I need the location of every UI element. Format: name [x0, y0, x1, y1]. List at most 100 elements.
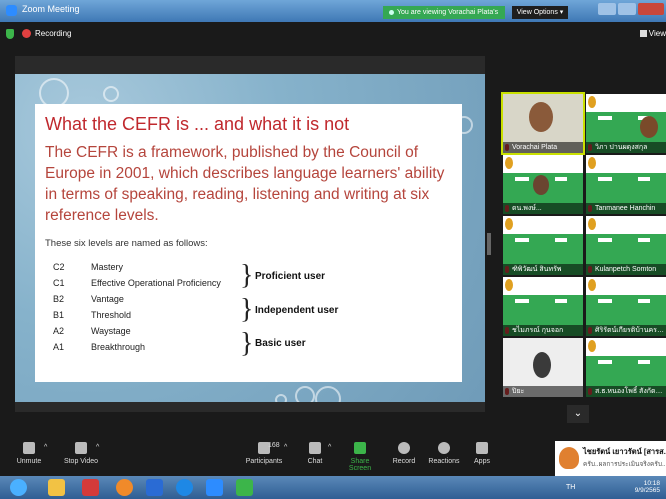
level-code: A1	[53, 342, 65, 352]
participant-video-panel: Vorachai Plata วิภา ปานผดุงสกุล ดน.พงษ์.…	[501, 92, 666, 398]
chat-options-caret[interactable]: ^	[328, 444, 331, 451]
meeting-topbar: Recording View	[0, 22, 666, 46]
apps-icon	[476, 442, 488, 454]
security-shield-icon[interactable]	[6, 29, 14, 39]
reactions-button[interactable]: Reactions	[428, 436, 460, 465]
participant-name: Kulanpetch Somton	[586, 264, 666, 275]
chevron-down-icon[interactable]: ⌄	[567, 405, 589, 423]
media-player-icon[interactable]	[82, 479, 99, 496]
participant-name: Vorachai Plata	[503, 142, 583, 153]
banner-block	[638, 177, 650, 181]
apps-button[interactable]: Apps	[470, 436, 494, 465]
video-camera-icon	[75, 442, 87, 454]
audio-options-caret[interactable]: ^	[44, 444, 47, 451]
share-screen-button[interactable]: Share Screen	[342, 436, 378, 472]
level-name: Vantage	[91, 294, 124, 304]
internet-explorer-icon[interactable]	[176, 479, 193, 496]
banner-block	[638, 299, 650, 303]
chat-button[interactable]: Chat	[302, 436, 328, 465]
reactions-smiley-icon	[438, 442, 450, 454]
chat-label: Chat	[307, 458, 323, 465]
word-icon[interactable]	[146, 479, 163, 496]
window-controls	[598, 3, 664, 15]
maximize-button[interactable]	[618, 3, 636, 15]
participant-name: ฑิพิวัฒน์ สินทรัพ	[503, 264, 583, 275]
group-proficient: Proficient user	[255, 271, 326, 282]
participant-name: ปิยะ	[503, 386, 583, 397]
chrome-icon[interactable]	[116, 479, 133, 496]
video-tile[interactable]: ชไมภรณ์ กุนจอก	[503, 277, 583, 336]
view-button[interactable]: View	[639, 29, 666, 38]
clock-time: 10:18	[643, 480, 660, 487]
close-button[interactable]	[638, 3, 664, 15]
view-options-button[interactable]: View Options ▾	[512, 6, 568, 19]
video-tile[interactable]: ศิริรัตน์เกียรติบ้านครอ...	[586, 277, 666, 336]
file-explorer-icon[interactable]	[48, 479, 65, 496]
video-tile[interactable]: ฑิพิวัฒน์ สินทรัพ	[503, 216, 583, 275]
share-screen-label: Share Screen	[348, 458, 372, 472]
presentation-slide: What the CEFR is ... and what it is not …	[35, 104, 462, 382]
participant-name: ศิริรัตน์เกียรติบ้านครอ...	[586, 325, 666, 336]
shared-screen[interactable]: What the CEFR is ... and what it is not …	[15, 56, 485, 412]
video-tile[interactable]: ส.ธ.หนองโพธิ์ สังกัดกัน...	[586, 338, 666, 397]
stop-video-button[interactable]: Stop Video	[62, 436, 100, 465]
start-button-icon[interactable]	[10, 479, 27, 496]
video-tile[interactable]: Kulanpetch Somton	[586, 216, 666, 275]
slide-title: What the CEFR is ... and what it is not	[45, 114, 350, 134]
level-code: A2	[53, 326, 65, 336]
banner-block	[598, 360, 612, 364]
group-basic: Basic user	[255, 338, 306, 349]
slide-intro: These six levels are named as follows:	[45, 238, 208, 249]
level-code: B2	[53, 294, 65, 304]
participant-name: ชไมภรณ์ กุนจอก	[503, 325, 583, 336]
shared-banner	[586, 277, 666, 295]
shared-banner	[586, 338, 666, 356]
video-options-caret[interactable]: ^	[96, 444, 99, 451]
window-titlebar: Zoom Meeting You are viewing Vorachai Pl…	[0, 0, 666, 29]
line-app-icon[interactable]	[236, 479, 253, 496]
zoom-logo-icon	[6, 5, 17, 16]
minimize-button[interactable]	[598, 3, 616, 15]
water-drop-decoration	[103, 86, 119, 102]
banner-block	[638, 360, 650, 364]
participant-video	[640, 116, 658, 138]
clock-date: 9/9/2565	[634, 487, 660, 494]
system-clock[interactable]: 10:18 9/9/2565	[635, 480, 660, 494]
banner-block	[555, 238, 567, 242]
share-status-icon	[389, 9, 394, 15]
level-name: Waystage	[91, 326, 131, 336]
participants-count: 168	[268, 442, 280, 449]
shared-banner	[503, 155, 583, 173]
shared-banner	[586, 155, 666, 173]
recording-icon[interactable]	[22, 29, 31, 38]
participant-video	[533, 352, 551, 378]
banner-block	[598, 299, 612, 303]
participants-options-caret[interactable]: ^	[284, 444, 287, 451]
notification-sender: ไชยรัตน์ เยาวรัตน์ [สารส...	[583, 447, 666, 456]
record-icon	[398, 442, 410, 454]
viewing-screen-banner: You are viewing Vorachai Plata's screen	[383, 6, 505, 29]
video-tile[interactable]: Vorachai Plata	[501, 92, 585, 155]
input-language[interactable]: TH	[566, 484, 575, 491]
video-tile[interactable]: ปิยะ	[503, 338, 583, 397]
level-name: Mastery	[91, 262, 124, 272]
chat-notification[interactable]: ไชยรัตน์ เยาวรัตน์ [สารส... ครับ..ผลการป…	[555, 441, 666, 476]
video-tile[interactable]: ดน.พงษ์...	[503, 155, 583, 214]
banner-block	[598, 238, 612, 242]
video-tile[interactable]: Tanmanee Hanchin	[586, 155, 666, 214]
video-tile[interactable]: วิภา ปานผดุงสกุล	[586, 94, 666, 153]
participant-video	[533, 175, 549, 195]
level-code: C2	[53, 262, 65, 272]
shared-screen-top-band	[15, 56, 485, 74]
participant-name: Tanmanee Hanchin	[586, 203, 666, 214]
level-name: Threshold	[91, 310, 132, 320]
shared-screen-bottom-band	[15, 402, 485, 412]
panel-resize-handle[interactable]	[487, 233, 491, 255]
sender-avatar	[559, 447, 579, 469]
chat-bubble-icon	[309, 442, 321, 454]
participants-button[interactable]: Participants	[240, 436, 288, 465]
unmute-button[interactable]: Unmute	[14, 436, 44, 465]
record-button[interactable]: Record	[392, 436, 416, 465]
apps-label: Apps	[474, 458, 490, 465]
zoom-taskbar-icon[interactable]	[206, 479, 223, 496]
